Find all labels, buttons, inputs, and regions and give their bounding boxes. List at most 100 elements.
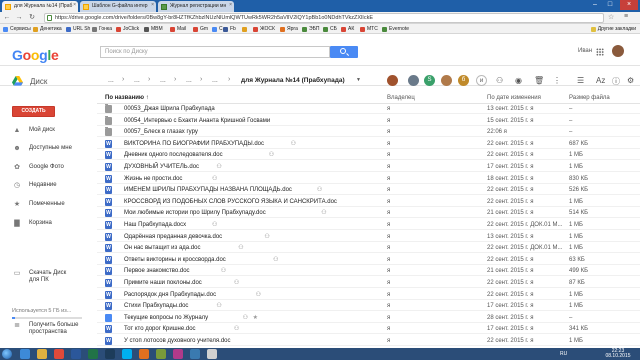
search-input[interactable]: Поиск по Диску (100, 46, 330, 58)
file-row[interactable]: 00054_Интервью с Бхакти Ананта Кришной Г… (97, 115, 640, 126)
sidebar-item-my-drive[interactable]: ▲ Мой диск (12, 126, 55, 135)
download-drive-link[interactable]: ▭ Скачать Диск для ПК (12, 270, 67, 284)
browser-tab[interactable]: Шаблон G-файла интер × (80, 1, 156, 12)
file-row[interactable]: W Дневник одного последователя.doc ⚇ я 22 се… (97, 150, 640, 161)
browser-menu-icon[interactable]: ≡ (624, 13, 628, 20)
bookmark-star-icon[interactable]: ☆ (608, 13, 614, 21)
breadcrumb-ellipsis[interactable]: ... (108, 77, 114, 84)
bookmark-item[interactable]: СБ (323, 25, 337, 33)
taskbar-chrome-icon[interactable] (54, 349, 64, 359)
file-row[interactable]: W ДУХОВНЫЙ УЧИТЕЛЬ.doc ⚇ я 17 сент. 2015 г. … (97, 162, 640, 172)
file-row[interactable]: W Он нас вытащит из ада.doc ⚇ я 22 сент. 201… (97, 243, 640, 254)
collaborator-avatar[interactable]: б (458, 75, 469, 86)
file-row[interactable]: W Первое знакомство.doc ⚇ я 21 сент. 2015 г.… (97, 266, 640, 277)
minimize-window-icon[interactable]: – (588, 0, 602, 10)
file-row[interactable]: W Стихи Прабхупады.doc ⚇ я 17 сент. 2015 г. … (97, 301, 640, 312)
sidebar-item-recent[interactable]: ◷ Недавние (12, 181, 57, 190)
sidebar-item-starred[interactable]: ★ Помеченные (12, 200, 65, 209)
taskbar-app12-icon[interactable] (207, 349, 217, 359)
list-view-icon[interactable]: ☰ (577, 76, 584, 85)
bookmark-item[interactable]: C (212, 25, 223, 33)
file-row[interactable]: 00057_Блеск в глазах гуру я 22:06 я – (97, 127, 640, 138)
breadcrumb-ellipsis[interactable]: ... (134, 77, 140, 84)
forward-icon[interactable]: → (14, 13, 24, 23)
bookmark-item[interactable]: Gm (193, 25, 208, 33)
collaborator-avatar[interactable] (408, 75, 419, 86)
taskbar-word-icon[interactable] (71, 349, 81, 359)
starred-icon[interactable]: ★ (253, 314, 258, 321)
close-window-icon[interactable]: × (620, 0, 638, 10)
account-avatar[interactable] (612, 45, 624, 57)
reload-icon[interactable]: ↻ (27, 13, 37, 23)
file-row[interactable]: W КРОССВОРД ИЗ ПОДОБНЫХ СЛОВ РУССКОГО ЯЗЫ… (97, 197, 640, 207)
bookmark-item[interactable]: Evernote (382, 25, 409, 33)
file-row[interactable]: W Наш Прабхупада.docx ⚇ я 22 сент. 2015 г. Д… (97, 220, 640, 230)
collaborator-avatar[interactable]: S (424, 75, 435, 86)
taskbar-app11-icon[interactable] (190, 349, 200, 359)
file-row[interactable]: W Одарённая преданная девочка.doc ⚇ я 13 сен… (97, 232, 640, 242)
bookmark-item[interactable]: Mail (170, 25, 186, 33)
drive-label[interactable]: Диск (30, 77, 47, 86)
input-language[interactable]: RU (560, 351, 567, 357)
breadcrumb-ellipsis[interactable]: ... (212, 77, 218, 84)
taskbar-excel-icon[interactable] (88, 349, 98, 359)
sidebar-item-trash[interactable]: ▇ Корзина (12, 219, 52, 228)
settings-gear-icon[interactable]: ⚙ (627, 76, 634, 85)
taskbar-explorer-icon[interactable] (37, 349, 47, 359)
bookmark-item[interactable]: MBM (144, 25, 163, 33)
column-header-name[interactable]: По названию ↑ (105, 95, 149, 101)
bookmark-item[interactable]: ЖОСК (253, 25, 275, 33)
share-person-icon[interactable]: ⚇ (496, 76, 503, 85)
bookmark-item[interactable]: Денетика (33, 25, 62, 33)
file-row[interactable]: W Мои любимые истории про Шрилу Прабхупад… (97, 208, 640, 219)
bookmark-item[interactable]: ЭБП (302, 25, 319, 33)
sidebar-item-photos[interactable]: ✿ Google Фото (12, 163, 64, 172)
more-actions-icon[interactable]: ⋮ (553, 76, 561, 85)
folder-title[interactable]: для Журнала №14 (Прабхупада) (241, 77, 345, 84)
browser-tab-active[interactable]: для Журнала №14 (Праб × (2, 1, 78, 12)
collaborator-avatar[interactable]: и (476, 75, 487, 86)
taskbar-app9-icon[interactable] (156, 349, 166, 359)
close-tab-icon[interactable]: × (73, 2, 76, 8)
delete-icon[interactable]: 🗑 (534, 76, 544, 85)
close-tab-icon[interactable]: × (151, 2, 154, 8)
bookmark-item[interactable]: Сервисы (3, 25, 31, 33)
bookmark-item[interactable]: МТС (360, 25, 378, 33)
collaborator-avatar[interactable] (441, 75, 452, 86)
preview-eye-icon[interactable]: ◉ (515, 76, 522, 85)
taskbar-app10-icon[interactable] (173, 349, 183, 359)
get-more-storage-link[interactable]: ≣ Получить больше пространства (12, 322, 78, 336)
system-clock[interactable]: 22:23 08.10.2015 (604, 349, 632, 359)
file-row[interactable]: W Примите наши поклоны.doc ⚇ я 22 сент. 2015… (97, 278, 640, 288)
close-tab-icon[interactable]: × (229, 2, 232, 8)
taskbar-media-icon[interactable] (139, 349, 149, 359)
taskbar-ie-icon[interactable] (20, 349, 30, 359)
taskbar-photoshop-icon[interactable] (105, 349, 115, 359)
file-row[interactable]: W Тот кто дорог Кришне.doc ⚇ я 17 сент. 2015… (97, 324, 640, 335)
back-icon[interactable]: ← (2, 13, 12, 23)
bookmark-item[interactable]: JoClick (116, 25, 139, 33)
file-row[interactable]: W Жизнь не прости.doc ⚇ я 18 сент. 2015 г. я… (97, 174, 640, 184)
sort-az-icon[interactable]: Aᴢ (596, 76, 605, 85)
file-row[interactable]: W Ответы викторины и кроссворда.doc ⚇ я 22 с… (97, 255, 640, 265)
collaborator-avatar[interactable] (387, 75, 398, 86)
chevron-down-icon[interactable]: ▼ (356, 77, 361, 83)
bookmark-item[interactable]: URL Sh (66, 25, 90, 33)
column-header-modified[interactable]: По дате изменения (487, 95, 541, 101)
file-row[interactable]: Текущие вопросы по Журналу ⚇ ★ я 28 сент. 20… (97, 313, 640, 323)
taskbar-skype-icon[interactable] (122, 349, 132, 359)
maximize-window-icon[interactable]: □ (603, 0, 617, 10)
file-row[interactable]: W У стоп лотосов духовного учителя.doc я 22… (97, 336, 640, 346)
file-row[interactable]: 00053_Джая Шрила Прабхупада я 13 сент. 201… (97, 104, 640, 114)
windows-start-icon[interactable] (2, 349, 12, 359)
user-name[interactable]: Иван (578, 48, 592, 54)
file-row[interactable]: W ИМЕНЕМ ШРИЛЫ ПРАБХУПАДЫ НАЗВАНА ПЛОЩАДЬ… (97, 185, 640, 196)
bookmark-item[interactable]: Ярга (280, 25, 298, 33)
bookmark-item[interactable]: Гонка (92, 25, 112, 33)
bookmark-item[interactable] (242, 25, 249, 33)
create-button[interactable]: СОЗДАТЬ (12, 106, 55, 117)
info-icon[interactable]: ⓘ (612, 76, 620, 87)
file-row[interactable]: W ВИКТОРИНА ПО БИОГРАФИИ ПРАБХУПАДЫ.doc ⚇ я… (97, 139, 640, 149)
breadcrumb-ellipsis[interactable]: ... (160, 77, 166, 84)
column-header-owner[interactable]: Владелец (387, 95, 415, 101)
